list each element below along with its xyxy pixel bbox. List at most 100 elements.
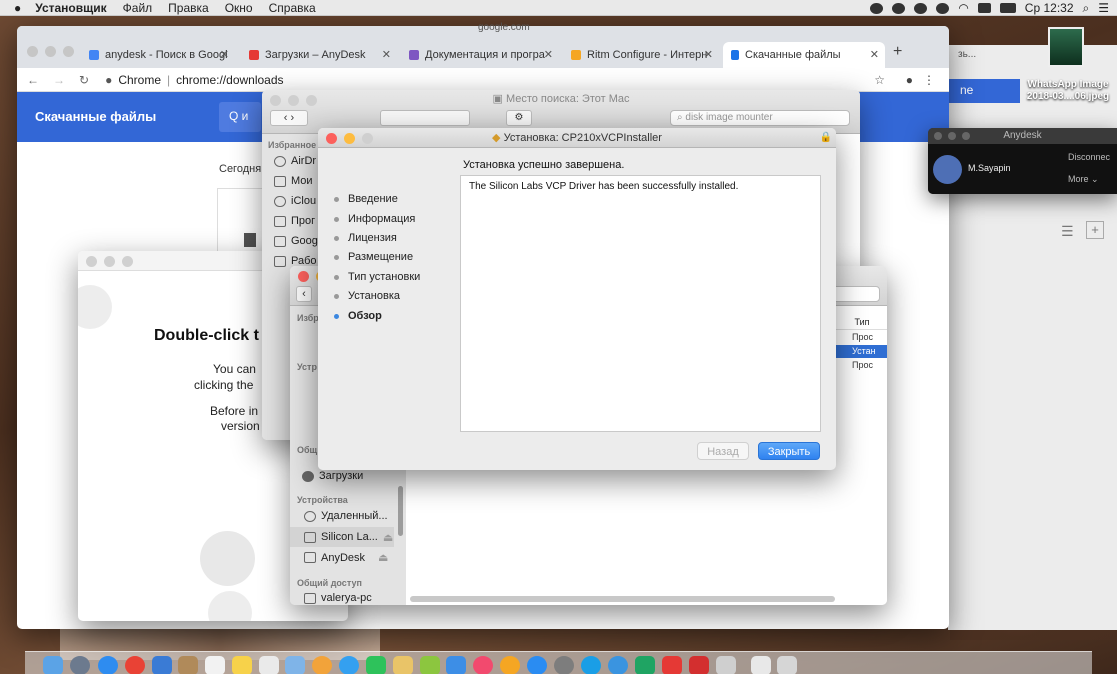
installer-window[interactable]: ◆ Установка: CP210xVCPInstaller 🔒 Введен… bbox=[318, 128, 836, 470]
books-dock-icon[interactable] bbox=[500, 656, 520, 674]
sidebar-item-valerya-pc[interactable]: valerya-pc bbox=[304, 592, 372, 604]
minimize-icon[interactable] bbox=[45, 46, 56, 57]
status-icon[interactable] bbox=[892, 2, 906, 14]
menu-edit[interactable]: Правка bbox=[168, 1, 209, 15]
minimize-icon[interactable] bbox=[104, 256, 115, 267]
list-view-icon[interactable]: ☰ bbox=[1061, 223, 1074, 240]
action-gear-icon[interactable]: ⚙ bbox=[506, 110, 532, 126]
sidebar-item-applications[interactable]: Прог bbox=[274, 215, 315, 227]
messages-dock-icon[interactable] bbox=[339, 656, 359, 674]
anydesk-dock-icon[interactable] bbox=[689, 656, 709, 674]
sidebar-scrollbar[interactable] bbox=[398, 486, 403, 536]
list-cell[interactable]: Прос bbox=[852, 360, 873, 370]
skype-icon[interactable] bbox=[936, 2, 950, 14]
menu-app-name[interactable]: Установщик bbox=[35, 1, 106, 15]
chrome-dock-icon[interactable] bbox=[125, 656, 145, 674]
minimize-icon[interactable] bbox=[288, 95, 299, 106]
close-icon[interactable] bbox=[326, 133, 337, 144]
zoom-icon[interactable] bbox=[362, 133, 373, 144]
zoom-icon[interactable] bbox=[63, 46, 74, 57]
close-icon[interactable] bbox=[86, 256, 97, 267]
notification-center-icon[interactable]: ☰ bbox=[1098, 1, 1109, 15]
sidebar-item-my-files[interactable]: Мои bbox=[274, 175, 313, 187]
app-dock-icon[interactable] bbox=[285, 656, 305, 674]
desktop-file-label[interactable]: WhatsApp Image 2018-03....06.jpeg bbox=[1022, 79, 1114, 103]
sidebar-item-airdrop[interactable]: AirDr bbox=[274, 155, 316, 167]
anydesk-session-window[interactable]: Anydesk M.Sayapin Disconnec More ⌄ bbox=[928, 128, 1117, 194]
status-icon[interactable] bbox=[914, 2, 928, 14]
sidebar-item-remote-disc[interactable]: Удаленный... bbox=[304, 510, 388, 522]
sidebar-item-silicon-labs[interactable]: Silicon La... ⏏ bbox=[290, 527, 394, 547]
anydesk-dock-icon[interactable] bbox=[662, 656, 682, 674]
menu-window[interactable]: Окно bbox=[225, 1, 253, 15]
address-bar[interactable]: chrome://downloads bbox=[176, 73, 283, 87]
sidebar-item-downloads[interactable]: Загрузки bbox=[302, 470, 363, 482]
search-input[interactable]: ⌕ disk image mounter bbox=[670, 110, 850, 126]
close-icon[interactable]: ✕ bbox=[544, 48, 553, 61]
bookmark-star-icon[interactable]: ☆ bbox=[874, 73, 885, 87]
nav-back-forward[interactable]: ‹ › bbox=[270, 110, 308, 126]
zoom-icon[interactable] bbox=[306, 95, 317, 106]
app-dock-icon[interactable] bbox=[635, 656, 655, 674]
menu-help[interactable]: Справка bbox=[269, 1, 316, 15]
eject-icon[interactable]: ⏏ bbox=[383, 531, 393, 544]
close-icon[interactable]: ✕ bbox=[382, 48, 391, 61]
disconnect-button[interactable]: Disconnec bbox=[1068, 152, 1110, 162]
safari-dock-icon[interactable] bbox=[98, 656, 118, 674]
app-dock-icon[interactable] bbox=[178, 656, 198, 674]
close-icon[interactable] bbox=[934, 132, 942, 140]
input-source-icon[interactable] bbox=[977, 3, 991, 13]
music-dock-icon[interactable] bbox=[473, 656, 493, 674]
finder-dock-icon[interactable] bbox=[43, 656, 63, 674]
eject-icon[interactable]: ⏏ bbox=[378, 551, 388, 564]
sidebar-item-anydesk[interactable]: AnyDesk ⏏ bbox=[304, 551, 388, 564]
zoom-icon[interactable] bbox=[122, 256, 133, 267]
battery-icon[interactable] bbox=[999, 3, 1016, 13]
close-icon[interactable]: ✕ bbox=[870, 48, 879, 61]
system-preferences-dock-icon[interactable] bbox=[554, 656, 574, 674]
close-button[interactable]: Закрыть bbox=[758, 442, 820, 460]
keynote-dock-icon[interactable] bbox=[446, 656, 466, 674]
search-input[interactable]: Q и bbox=[219, 102, 261, 132]
clock[interactable]: Ср 12:32 bbox=[1025, 1, 1074, 15]
app-dock-icon[interactable] bbox=[152, 656, 172, 674]
reload-icon[interactable]: ↻ bbox=[79, 73, 89, 87]
tab-anydesk-downloads[interactable]: Загрузки – AnyDesk ✕ bbox=[241, 42, 397, 68]
new-tab-button[interactable]: + bbox=[893, 43, 902, 61]
profile-icon[interactable]: ● bbox=[906, 73, 913, 87]
close-icon[interactable]: ✕ bbox=[220, 48, 229, 61]
skype-dock-icon[interactable] bbox=[581, 656, 601, 674]
tab-documentation[interactable]: Документация и програ ✕ bbox=[401, 42, 559, 68]
downloads-dock-icon[interactable] bbox=[751, 656, 771, 674]
tab-downloads[interactable]: Скачанные файлы ✕ bbox=[723, 42, 885, 68]
menu-icon[interactable]: ⋮ bbox=[923, 73, 935, 87]
spotlight-icon[interactable]: ⌕ bbox=[1083, 1, 1090, 16]
calendar-dock-icon[interactable] bbox=[205, 656, 225, 674]
zoom-icon[interactable] bbox=[962, 132, 970, 140]
column-header-type[interactable]: р Тип bbox=[831, 314, 887, 330]
app-dock-icon[interactable] bbox=[393, 656, 413, 674]
notes-dock-icon[interactable] bbox=[232, 656, 252, 674]
list-cell[interactable]: Прос bbox=[852, 332, 873, 342]
back-icon[interactable]: ← bbox=[27, 73, 39, 87]
apple-icon[interactable]: ● bbox=[14, 1, 21, 15]
tab-google-search[interactable]: anydesk - Поиск в Googl ✕ bbox=[81, 42, 235, 68]
close-icon[interactable] bbox=[27, 46, 38, 57]
close-icon[interactable] bbox=[298, 271, 309, 282]
cloud-icon[interactable] bbox=[870, 2, 884, 14]
trash-dock-icon[interactable] bbox=[777, 656, 797, 674]
facetime-dock-icon[interactable] bbox=[366, 656, 386, 674]
menu-file[interactable]: Файл bbox=[123, 1, 153, 15]
image-file-icon[interactable] bbox=[1048, 27, 1084, 67]
list-cell[interactable]: Устан bbox=[852, 346, 876, 356]
sidebar-item-icloud[interactable]: iClou bbox=[274, 195, 316, 207]
launchpad-dock-icon[interactable] bbox=[70, 656, 90, 674]
minimize-icon[interactable] bbox=[948, 132, 956, 140]
close-icon[interactable] bbox=[270, 95, 281, 106]
view-mode-switcher[interactable] bbox=[380, 110, 470, 126]
horizontal-scrollbar[interactable] bbox=[410, 596, 835, 602]
app-store-dock-icon[interactable] bbox=[527, 656, 547, 674]
close-icon[interactable]: ✕ bbox=[704, 48, 713, 61]
plus-icon[interactable]: + bbox=[1086, 221, 1104, 239]
back-button[interactable]: Назад bbox=[697, 442, 749, 460]
